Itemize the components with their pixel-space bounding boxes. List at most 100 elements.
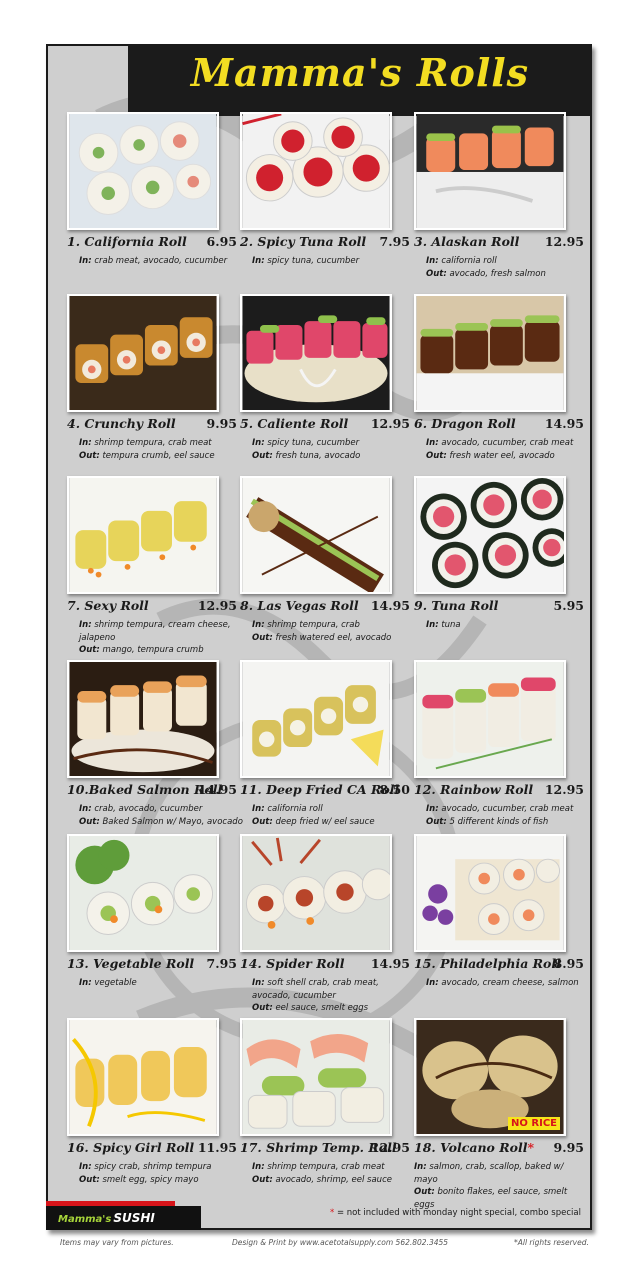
- roll-price: 12.95: [544, 234, 584, 249]
- special-note: * = not included with monday night speci…: [330, 1208, 581, 1218]
- roll-item[interactable]: 5. Caliente Roll 12.95 In: spicy tuna, c…: [240, 294, 418, 474]
- in-text: avocado, cucumber, crab meat: [441, 438, 574, 448]
- roll-photo: NO RICE: [414, 1018, 566, 1136]
- roll-price: 6.95: [206, 234, 237, 249]
- roll-photo: [240, 476, 392, 594]
- roll-item[interactable]: 15. Philadelphia Roll 8.95 In: avocado, …: [414, 834, 592, 1014]
- roll-name: 6. Dragon Roll: [414, 416, 516, 431]
- out-text: smelt egg, spicy mayo: [102, 1174, 199, 1185]
- roll-description: In: shrimp tempura, cream cheese, jalape…: [79, 619, 245, 657]
- roll-photo: [240, 834, 392, 952]
- roll-name: 2. Spicy Tuna Roll: [240, 234, 367, 249]
- in-label: In:: [252, 438, 265, 448]
- roll-price: 14.95: [197, 782, 237, 797]
- in-text: soft shell crab, crab meat, avocado, cuc…: [252, 978, 379, 1001]
- out-label: Out:: [79, 645, 100, 655]
- roll-item[interactable]: 16. Spicy Girl Roll 11.95 In: spicy crab…: [67, 1018, 245, 1198]
- roll-photo: [67, 1018, 219, 1136]
- in-label: In:: [414, 1162, 427, 1172]
- roll-photo: [414, 476, 566, 594]
- roll-description: In: avocado, cucumber, crab meat Out: 5 …: [426, 803, 592, 828]
- roll-description: In: avocado, cream cheese, salmon: [426, 977, 592, 990]
- roll-photo: [414, 834, 566, 952]
- roll-name: 4. Crunchy Roll: [67, 416, 176, 431]
- roll-description: In: spicy tuna, cucumber: [252, 255, 418, 268]
- roll-item[interactable]: 6. Dragon Roll 14.95 In: avocado, cucumb…: [414, 294, 592, 474]
- roll-name: 14. Spider Roll: [240, 956, 345, 971]
- roll-photo: [240, 1018, 392, 1136]
- roll-description: In: soft shell crab, crab meat, avocado,…: [252, 977, 418, 1015]
- out-text: bonito flakes, eel sauce, smelt eggs: [414, 1187, 568, 1210]
- out-label: Out:: [79, 450, 100, 461]
- roll-photo: [67, 834, 219, 952]
- roll-item[interactable]: 14. Spider Roll 14.95 In: soft shell cra…: [240, 834, 418, 1014]
- roll-item[interactable]: 10.Baked Salmon Roll 14.95 In: crab, avo…: [67, 660, 245, 840]
- roll-photo: [240, 112, 392, 230]
- out-label: Out:: [252, 450, 273, 461]
- out-text: eel sauce, smelt eggs: [275, 1003, 369, 1013]
- in-text: california roll: [267, 804, 323, 814]
- footer-credit: Design & Print by www.acetotalsupply.com…: [232, 1238, 449, 1247]
- in-text: shrimp tempura, crab meat: [94, 438, 212, 448]
- roll-price: 12.95: [197, 598, 237, 613]
- asterisk: *: [527, 1140, 534, 1155]
- roll-description: In: avocado, cucumber, crab meat Out: fr…: [426, 437, 592, 462]
- roll-name: 15. Philadelphia Roll: [414, 956, 561, 971]
- roll-name: 3. Alaskan Roll: [414, 234, 520, 249]
- out-label: Out:: [79, 1174, 100, 1185]
- roll-name: 12. Rainbow Roll: [414, 782, 534, 797]
- roll-name: 13. Vegetable Roll: [67, 956, 195, 971]
- roll-description: In: salmon, crab, scallop, baked w/ mayo…: [414, 1161, 580, 1211]
- footer-disclaimer: Items may vary from pictures.: [60, 1238, 174, 1247]
- in-label: In:: [252, 978, 265, 988]
- roll-item[interactable]: 7. Sexy Roll 12.95 In: shrimp tempura, c…: [67, 476, 245, 656]
- roll-item[interactable]: 13. Vegetable Roll 7.95 In: vegetable: [67, 834, 245, 1014]
- in-label: In:: [426, 620, 439, 630]
- in-text: crab meat, avocado, cucumber: [94, 256, 228, 266]
- roll-item[interactable]: 11. Deep Fried CA Roll 8.50 In: californ…: [240, 660, 418, 840]
- page-title: Mamma's Rolls: [190, 50, 530, 95]
- roll-description: In: california roll Out: avocado, fresh …: [426, 255, 592, 280]
- in-text: spicy crab, shrimp tempura: [94, 1162, 212, 1172]
- roll-description: In: shrimp tempura, crab Out: fresh wate…: [252, 619, 418, 644]
- roll-description: In: shrimp tempura, crab meat Out: avoca…: [252, 1161, 418, 1186]
- roll-item[interactable]: 8. Las Vegas Roll 14.95 In: shrimp tempu…: [240, 476, 418, 656]
- out-text: 5 different kinds of fish: [449, 816, 549, 827]
- roll-item[interactable]: 17. Shrimp Temp. Roll 12.95 In: shrimp t…: [240, 1018, 418, 1198]
- roll-item[interactable]: 9. Tuna Roll 5.95 In: tuna: [414, 476, 592, 656]
- roll-photo: [414, 112, 566, 230]
- in-text: california roll: [441, 256, 497, 266]
- roll-description: In: vegetable: [79, 977, 245, 990]
- roll-description: In: california roll Out: deep fried w/ e…: [252, 803, 418, 828]
- roll-description: In: tuna: [426, 619, 592, 632]
- out-label: Out:: [252, 1174, 273, 1185]
- in-text: shrimp tempura, crab meat: [267, 1162, 385, 1172]
- roll-item[interactable]: 3. Alaskan Roll 12.95 In: california rol…: [414, 112, 592, 292]
- roll-price: 8.50: [379, 782, 410, 797]
- roll-item[interactable]: 1. California Roll 6.95 In: crab meat, a…: [67, 112, 245, 292]
- in-label: In:: [252, 256, 265, 266]
- roll-price: 9.95: [206, 416, 237, 431]
- out-label: Out:: [252, 816, 273, 827]
- roll-description: In: crab, avocado, cucumber Out: Baked S…: [79, 803, 245, 828]
- roll-photo: [240, 294, 392, 412]
- roll-description: In: shrimp tempura, crab meat Out: tempu…: [79, 437, 245, 462]
- roll-photo: [414, 660, 566, 778]
- in-label: In:: [426, 978, 439, 988]
- out-label: Out:: [252, 632, 273, 643]
- brand-logo-text: Mamma's SUSHI: [58, 1211, 155, 1225]
- in-label: In:: [426, 438, 439, 448]
- roll-item[interactable]: 4. Crunchy Roll 9.95 In: shrimp tempura,…: [67, 294, 245, 474]
- in-text: tuna: [441, 620, 461, 630]
- roll-photo: [67, 476, 219, 594]
- out-label: Out:: [426, 268, 447, 279]
- in-label: In:: [79, 256, 92, 266]
- roll-price: 12.95: [370, 416, 410, 431]
- roll-price: 5.95: [553, 598, 584, 613]
- out-text: avocado, shrimp, eel sauce: [275, 1174, 392, 1185]
- roll-item[interactable]: 12. Rainbow Roll 12.95 In: avocado, cucu…: [414, 660, 592, 840]
- out-label: Out:: [414, 1187, 435, 1197]
- roll-name: 8. Las Vegas Roll: [240, 598, 359, 613]
- roll-item[interactable]: 2. Spicy Tuna Roll 7.95 In: spicy tuna, …: [240, 112, 418, 292]
- roll-item[interactable]: NO RICE 18. Volcano Roll* 9.95 In: salmo…: [414, 1018, 592, 1210]
